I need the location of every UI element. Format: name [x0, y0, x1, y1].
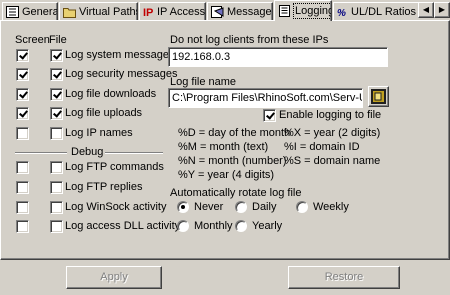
apply-button-label: Apply: [100, 271, 128, 283]
debug-option-label: Log WinSock activity: [65, 201, 167, 213]
file-column-header: File: [49, 34, 67, 46]
date-code-text: %I = domain ID: [284, 141, 360, 153]
folder-icon: [63, 6, 76, 18]
tab-logging[interactable]: Logging: [274, 0, 332, 21]
rotate-option-label: Weekly: [313, 201, 349, 213]
browse-log-file-button[interactable]: [368, 86, 389, 107]
file-checkbox-file-downloads[interactable]: [50, 88, 63, 101]
debug-option-label: Log FTP commands: [65, 161, 164, 173]
screen-checkbox-ftp-commands[interactable]: [16, 161, 29, 174]
tab-bar: General Virtual Paths IP IP Access Messa…: [0, 0, 450, 21]
log-option-label: Log IP names: [65, 127, 133, 139]
tab-messages[interactable]: Messages: [207, 2, 273, 20]
rotate-daily-radio[interactable]: [235, 201, 247, 213]
log-icon: [278, 5, 291, 17]
debug-section-title: Debug: [71, 146, 104, 158]
settings-list-icon: [6, 5, 19, 18]
file-checkbox-ftp-commands[interactable]: [50, 161, 63, 174]
debug-option-label: Log access DLL activity: [65, 220, 181, 232]
rotate-never-radio[interactable]: [177, 201, 189, 213]
date-code-text: %N = month (number): [178, 155, 287, 167]
log-file-name-input[interactable]: C:\Program Files\RhinoSoft.com\Serv-U\sp…: [168, 88, 363, 108]
log-option-label: Log file uploads: [65, 107, 143, 119]
rotate-option-label: Daily: [252, 201, 277, 213]
screen-checkbox-access-dll[interactable]: [16, 220, 29, 233]
browse-file-icon: [371, 89, 386, 107]
screen-checkbox-ip-names[interactable]: [16, 127, 29, 140]
tab-label: Virtual Paths: [79, 5, 138, 18]
arrow-right-icon: ▶: [438, 5, 446, 14]
log-option-label: Log system messages: [65, 49, 175, 61]
debug-divider-left: [15, 152, 67, 154]
tab-label: General: [22, 5, 58, 18]
rotate-log-label: Automatically rotate log file: [170, 187, 302, 199]
log-option-label: Log security messages: [65, 68, 178, 80]
restore-button[interactable]: Restore: [288, 266, 400, 289]
screen-column-header: Screen: [15, 34, 50, 46]
messages-icon: [211, 5, 224, 18]
tab-ip-access[interactable]: IP IP Access: [139, 2, 206, 20]
file-checkbox-winsock-activity[interactable]: [50, 201, 63, 214]
rotate-yearly-radio[interactable]: [235, 220, 247, 232]
exclude-ips-input[interactable]: 192.168.0.3: [168, 47, 388, 67]
date-code-text: %D = day of the month: [178, 127, 291, 139]
rotate-option-label: Yearly: [252, 220, 283, 232]
restore-button-label: Restore: [324, 271, 364, 283]
apply-button[interactable]: Apply: [66, 266, 162, 289]
rotate-weekly-radio[interactable]: [296, 201, 308, 213]
debug-option-label: Log FTP replies: [65, 181, 143, 193]
date-code-text: %S = domain name: [284, 155, 381, 167]
file-checkbox-ip-names[interactable]: [50, 127, 63, 140]
screen-checkbox-file-uploads[interactable]: [16, 107, 29, 120]
date-code-text: %X = year (2 digits): [284, 127, 381, 139]
file-checkbox-file-uploads[interactable]: [50, 107, 63, 120]
enable-logging-label: Enable logging to file: [279, 109, 382, 121]
tab-label: IP Access: [157, 5, 206, 18]
enable-logging-checkbox[interactable]: [263, 109, 276, 122]
exclude-ips-label: Do not log clients from these IPs: [170, 34, 329, 46]
svg-text:IP: IP: [143, 7, 153, 18]
tab-general[interactable]: General: [2, 2, 58, 20]
file-checkbox-system-messages[interactable]: [50, 49, 63, 62]
tab-virtual-paths[interactable]: Virtual Paths: [59, 2, 138, 20]
tab-ul-dl-ratios[interactable]: % UL/DL Ratios: [333, 2, 419, 20]
screen-checkbox-winsock-activity[interactable]: [16, 201, 29, 214]
screen-checkbox-security-messages[interactable]: [16, 68, 29, 81]
svg-text:%: %: [337, 8, 346, 18]
screen-checkbox-ftp-replies[interactable]: [16, 181, 29, 194]
logging-panel: Screen File Log system messages Log secu…: [0, 20, 450, 260]
arrow-left-icon: ◀: [422, 5, 430, 14]
screen-checkbox-file-downloads[interactable]: [16, 88, 29, 101]
rotate-monthly-radio[interactable]: [177, 220, 189, 232]
date-code-text: %Y = year (4 digits): [178, 169, 275, 181]
rotate-option-label: Never: [194, 201, 224, 213]
tab-label: UL/DL Ratios: [351, 5, 417, 18]
file-checkbox-ftp-replies[interactable]: [50, 181, 63, 194]
ratio-icon: %: [337, 6, 348, 19]
tab-scroll-right-button[interactable]: ▶: [434, 2, 450, 18]
screen-checkbox-system-messages[interactable]: [16, 49, 29, 62]
debug-divider-right: [105, 152, 163, 154]
file-checkbox-access-dll[interactable]: [50, 220, 63, 233]
file-checkbox-security-messages[interactable]: [50, 68, 63, 81]
date-code-text: %M = month (text): [178, 141, 269, 153]
ip-icon: IP: [143, 6, 154, 19]
log-option-label: Log file downloads: [65, 88, 157, 100]
rotate-option-label: Monthly: [194, 220, 233, 232]
tab-label: Messages: [227, 5, 273, 18]
tab-scroll-left-button[interactable]: ◀: [418, 2, 434, 18]
tab-label: Logging: [292, 3, 331, 19]
